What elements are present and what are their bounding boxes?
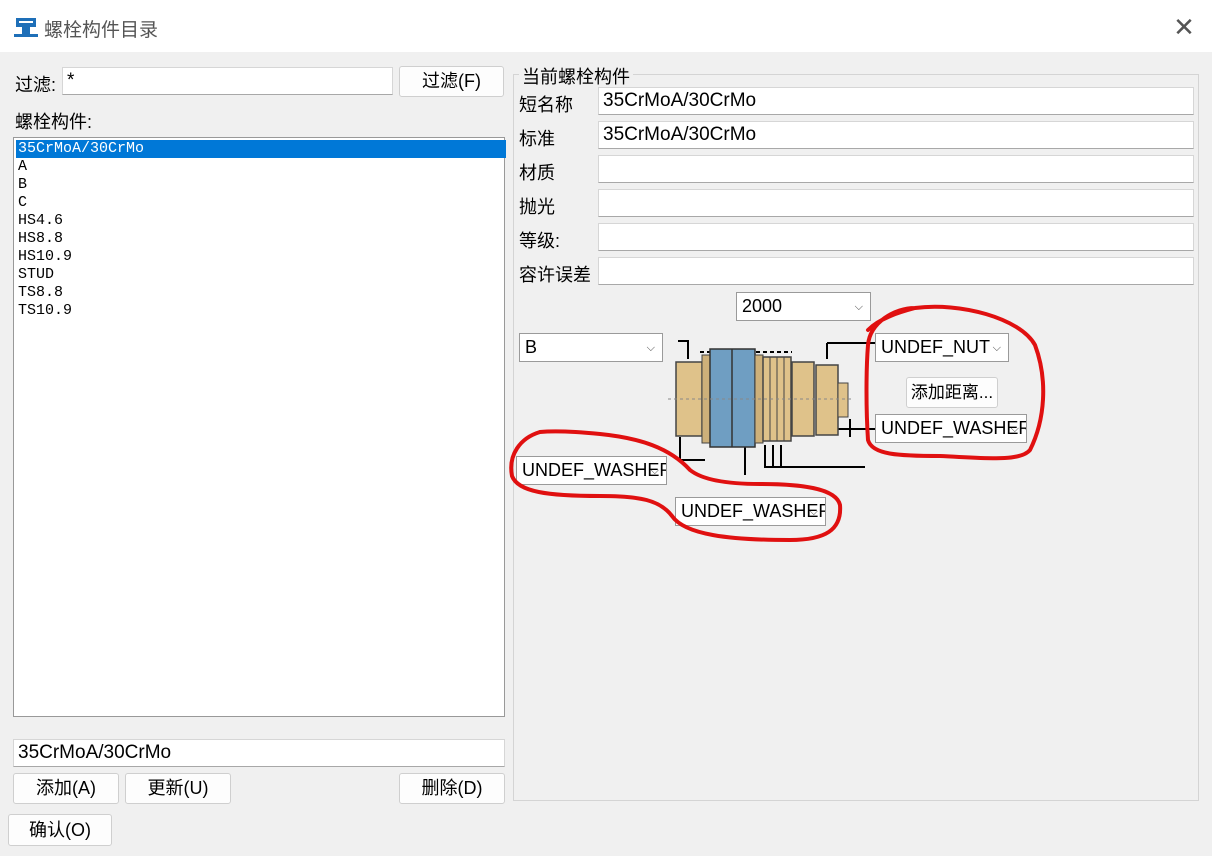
list-item[interactable]: A [16,158,506,176]
list-item[interactable]: C [16,194,506,212]
nut-combo-value: UNDEF_NUT [881,337,991,357]
filter-input[interactable]: * [62,67,393,95]
short-name-label: 短名称 [519,95,573,115]
list-item[interactable]: HS4.6 [16,212,506,230]
nut-combo[interactable]: UNDEF_NUT ⌵ [875,333,1009,362]
chevron-down-icon: ⌵ [992,341,1001,354]
bolt-assembly-diagram [668,340,880,475]
chevron-down-icon: ⌵ [854,300,863,313]
washer-left-combo[interactable]: UNDEF_WASHER ⌵ [516,456,667,485]
list-item[interactable]: B [16,176,506,194]
bolt-type-combo[interactable]: B ⌵ [519,333,663,362]
standard-label: 标准 [519,129,555,149]
length-combo-value: 2000 [742,296,783,316]
add-distance-button[interactable]: 添加距离... [906,377,998,408]
washer-right-combo[interactable]: UNDEF_WASHER ⌵ [875,414,1027,443]
title-bar [0,0,1212,52]
assembly-name-input[interactable]: 35CrMoA/30CrMo [13,739,505,767]
chevron-down-icon: ⌵ [646,341,655,354]
material-label: 材质 [519,163,555,183]
chevron-down-icon: ⌵ [1010,422,1019,435]
grade-input[interactable] [598,223,1194,251]
list-label: 螺栓构件: [15,112,93,132]
group-title: 当前螺栓构件 [519,63,633,89]
washer-bottom-combo[interactable]: UNDEF_WASHER ⌵ [675,497,826,526]
window-title: 螺栓构件目录 [44,20,159,41]
app-icon [14,16,38,38]
chevron-down-icon: ⌵ [650,464,659,477]
washer-bottom-value: UNDEF_WASHER [681,501,826,521]
washer-left-value: UNDEF_WASHER [522,460,667,480]
close-icon[interactable]: ✕ [1164,10,1204,46]
bolt-assembly-list[interactable]: 35CrMoA/30CrMo A B C HS4.6 HS8.8 HS10.9 … [13,137,506,717]
length-combo[interactable]: 2000 ⌵ [736,292,871,321]
finish-input[interactable] [598,189,1194,217]
short-name-input[interactable]: 35CrMoA/30CrMo [598,87,1194,115]
list-item[interactable]: TS10.9 [16,302,506,320]
add-button[interactable]: 添加(A) [13,773,119,804]
list-item[interactable]: HS8.8 [16,230,506,248]
ok-button[interactable]: 确认(O) [8,814,112,846]
finish-label: 抛光 [519,197,555,217]
grade-label: 等级: [519,231,561,251]
filter-label: 过滤: [15,75,57,95]
list-item[interactable]: TS8.8 [16,284,506,302]
material-input[interactable] [598,155,1194,183]
filter-button[interactable]: 过滤(F) [399,66,504,97]
update-button[interactable]: 更新(U) [125,773,231,804]
list-item[interactable]: HS10.9 [16,248,506,266]
tolerance-input[interactable] [598,257,1194,285]
list-item[interactable]: STUD [16,266,506,284]
bolt-type-value: B [525,337,538,357]
delete-button[interactable]: 删除(D) [399,773,505,804]
washer-right-value: UNDEF_WASHER [881,418,1027,438]
tolerance-label: 容许误差 [519,265,591,285]
standard-input[interactable]: 35CrMoA/30CrMo [598,121,1194,149]
chevron-down-icon: ⌵ [809,505,818,518]
list-item[interactable]: 35CrMoA/30CrMo [16,140,506,158]
